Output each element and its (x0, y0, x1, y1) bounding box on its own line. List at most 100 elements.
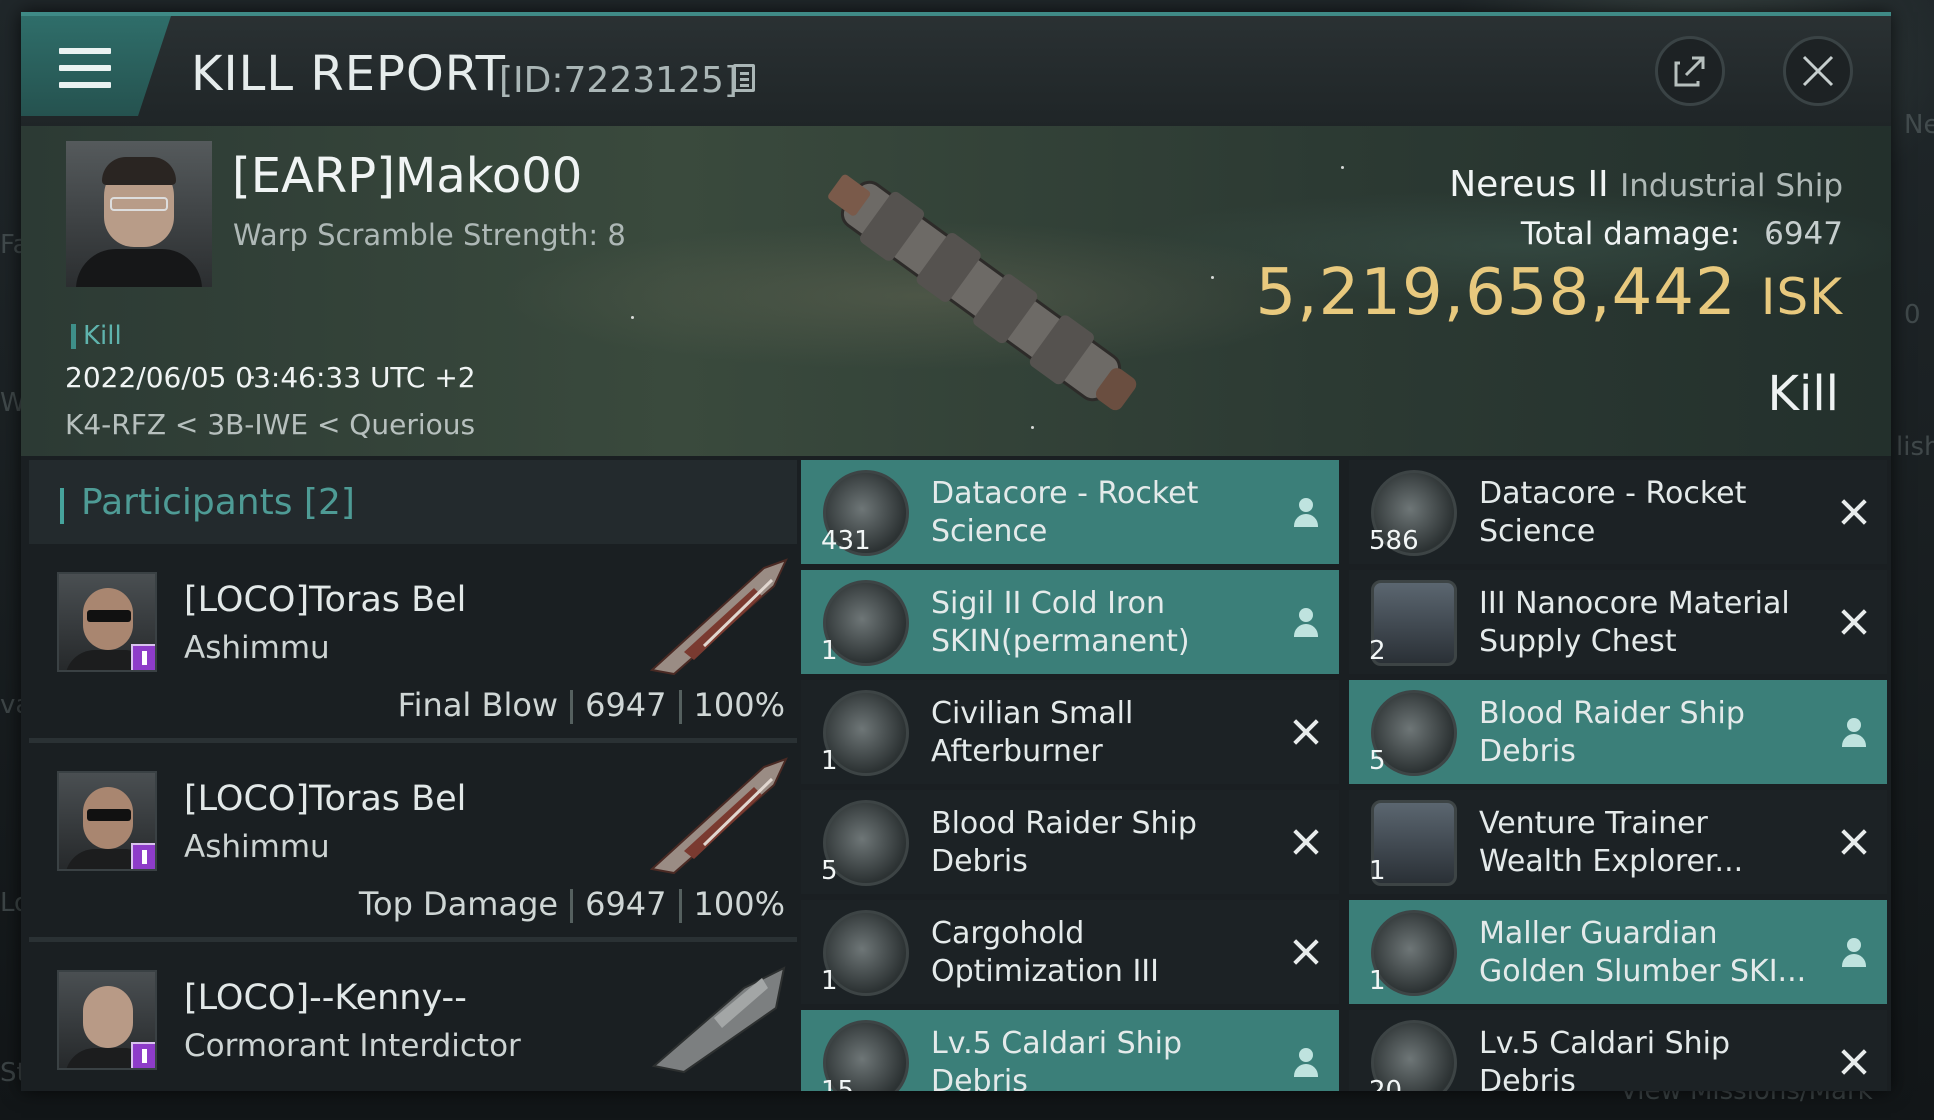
item-name: Datacore - Rocket Science (1479, 476, 1747, 549)
total-damage-value: 6947 (1764, 216, 1843, 252)
background-text: lish (1896, 432, 1934, 462)
destroyed-x-icon (1291, 716, 1321, 748)
item-name: Blood Raider Ship Debris (1479, 696, 1745, 769)
warp-scramble-strength: Warp Scramble Strength: 8 (233, 218, 626, 252)
item-quantity: 1 (1369, 856, 1386, 886)
participant-portrait[interactable] (57, 572, 157, 672)
item-quantity: 1 (821, 966, 838, 996)
item-tile[interactable]: 20 Lv.5 Caldari Ship Debris (1349, 1010, 1887, 1091)
item-quantity: 1 (1369, 966, 1386, 996)
participant-percent: 100% (693, 686, 785, 724)
victim-summary: [EARP]Mako00 Warp Scramble Strength: 8 K… (21, 126, 1891, 456)
item-quantity: 1 (821, 636, 838, 666)
participant-ship-image (649, 757, 788, 875)
item-tile[interactable]: 15 Lv.5 Caldari Ship Debris (801, 1010, 1339, 1091)
participant-name[interactable]: [LOCO]Toras Bel (184, 779, 466, 819)
dropped-items-grid: 431 Datacore - Rocket Science 1 Sigil II Co… (801, 460, 1891, 1091)
kill-report-window: KILL REPORT [ID:7223125] [EARP]Mako00 Wa… (21, 12, 1891, 1091)
victim-name[interactable]: [EARP]Mako00 (232, 148, 582, 204)
participant-ship-image (649, 558, 788, 676)
participant-row[interactable]: [LOCO]Toras Bel Ashimmu Top Damage 6947 10… (29, 743, 797, 942)
menu-button[interactable] (21, 16, 171, 116)
kill-location[interactable]: K4-RFZ < 3B-IWE < Querious (65, 408, 475, 441)
title-bar: KILL REPORT [ID:7223125] (21, 16, 1891, 126)
close-icon (1802, 55, 1834, 87)
share-button[interactable] (1655, 36, 1725, 106)
participant-damage: 6947 (585, 885, 667, 923)
item-name: Maller Guardian Golden Slumber SKI... (1479, 916, 1807, 989)
menu-icon (59, 48, 111, 88)
item-quantity: 2 (1369, 636, 1386, 666)
participant-stats: Final Blow 6947 100% (398, 686, 785, 724)
victim-ship-image[interactable] (781, 126, 1181, 456)
kill-datetime: 2022/06/05 03:46:33 UTC +2 (65, 361, 476, 394)
item-quantity: 20 (1369, 1076, 1403, 1091)
retrieved-person-icon (1291, 606, 1321, 638)
item-tile[interactable]: 2 III Nanocore Material Supply Chest (1349, 570, 1887, 674)
participant-portrait[interactable] (57, 771, 157, 871)
kill-tag: Kill (83, 321, 122, 351)
item-name: Lv.5 Caldari Ship Debris (1479, 1026, 1731, 1091)
item-name: Blood Raider Ship Debris (931, 806, 1197, 879)
item-quantity: 586 (1369, 526, 1419, 556)
item-quantity: 5 (821, 856, 838, 886)
report-id: [ID:7223125] (499, 60, 738, 101)
destroyed-x-icon (1291, 936, 1321, 968)
copy-icon[interactable] (733, 64, 755, 92)
victim-ship-name[interactable]: Nereus II Industrial Ship (1449, 164, 1843, 205)
item-tile[interactable]: 586 Datacore - Rocket Science (1349, 460, 1887, 564)
isk-unit: ISK (1760, 268, 1843, 326)
item-quantity: 5 (1369, 746, 1386, 776)
share-icon (1674, 56, 1705, 87)
faction-badge-icon (131, 644, 155, 670)
destroyed-x-icon (1839, 496, 1869, 528)
participant-role: Final Blow (397, 686, 559, 724)
participant-role: Top Damage (358, 885, 559, 923)
item-tile[interactable]: 1 Venture Trainer Wealth Explorer... (1349, 790, 1887, 894)
item-quantity: 431 (821, 526, 871, 556)
ship-name-text: Nereus II (1449, 164, 1609, 205)
participant-row[interactable]: [LOCO]--Kenny-- Cormorant Interdictor (29, 942, 797, 1091)
isk-amount: 5,219,658,442 (1255, 256, 1737, 330)
participant-ship: Ashimmu (184, 829, 330, 865)
participant-row[interactable]: [LOCO]Toras Bel Ashimmu Final Blow 6947 10… (29, 544, 797, 743)
participants-header: Participants [2] (29, 460, 797, 544)
destroyed-x-icon (1839, 606, 1869, 638)
kill-tag-bar (71, 324, 76, 349)
total-damage: Total damage: 6947 (1521, 216, 1843, 252)
item-tile[interactable]: 1 Civilian Small Afterburner (801, 680, 1339, 784)
retrieved-person-icon (1839, 716, 1869, 748)
item-tile[interactable]: 5 Blood Raider Ship Debris (1349, 680, 1887, 784)
result-label: Kill (1767, 366, 1839, 422)
total-damage-label: Total damage: (1520, 216, 1741, 252)
participant-ship: Ashimmu (184, 630, 330, 666)
background-text: Ne (1904, 110, 1934, 140)
item-tile[interactable]: 1 Maller Guardian Golden Slumber SKI... (1349, 900, 1887, 1004)
isk-value: 5,219,658,442 ISK (1256, 256, 1844, 330)
close-button[interactable] (1783, 36, 1853, 106)
item-name: Cargohold Optimization III (931, 916, 1159, 989)
participant-ship: Cormorant Interdictor (184, 1028, 521, 1064)
participants-title: Participants [2] (81, 482, 355, 523)
participant-stats: Top Damage 6947 100% (359, 885, 785, 923)
victim-portrait[interactable] (66, 141, 212, 287)
destroyed-x-icon (1291, 826, 1321, 858)
faction-badge-icon (131, 843, 155, 869)
retrieved-person-icon (1291, 496, 1321, 528)
item-tile[interactable]: 5 Blood Raider Ship Debris (801, 790, 1339, 894)
participant-ship-image (651, 966, 786, 1074)
item-tile[interactable]: 431 Datacore - Rocket Science (801, 460, 1339, 564)
ship-class: Industrial Ship (1620, 168, 1843, 204)
participant-percent: 100% (693, 885, 785, 923)
item-tile[interactable]: 1 Sigil II Cold Iron SKIN(permanent) (801, 570, 1339, 674)
participant-damage: 6947 (585, 686, 667, 724)
participants-header-bar (60, 488, 64, 524)
participants-panel: Participants [2] [LOCO]Toras Bel Ashimmu… (29, 460, 797, 1091)
participant-portrait[interactable] (57, 970, 157, 1070)
destroyed-x-icon (1839, 826, 1869, 858)
item-tile[interactable]: 1 Cargohold Optimization III (801, 900, 1339, 1004)
participant-name[interactable]: [LOCO]Toras Bel (184, 580, 466, 620)
participant-name[interactable]: [LOCO]--Kenny-- (184, 978, 467, 1018)
item-name: Venture Trainer Wealth Explorer... (1479, 806, 1744, 879)
faction-badge-icon (131, 1042, 155, 1068)
